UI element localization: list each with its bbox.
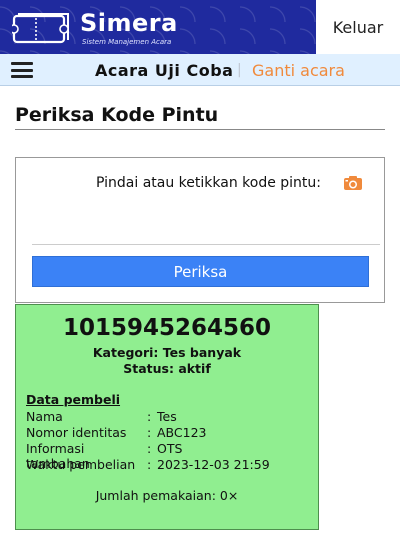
info-value: 2023-12-03 21:59 [157,457,270,472]
app-header: Simera Sistem Manajemen Acara Keluar [0,0,400,54]
brand-banner: Simera Sistem Manajemen Acara [0,0,316,54]
door-code-input[interactable] [32,208,380,245]
info-sep: : [147,425,152,440]
check-button[interactable]: Periksa [32,256,369,287]
page-title: Periksa Kode Pintu [15,104,219,126]
info-key: Nomor identitas [26,425,127,440]
brand-subtitle: Sistem Manajemen Acara [82,38,172,46]
event-title: Acara Uji Coba [95,61,234,80]
scan-panel: Pindai atau ketikkan kode pintu: Periksa [15,157,385,303]
info-value: Tes [157,409,177,424]
info-key: Waktu pembelian [26,457,136,472]
scan-label: Pindai atau ketikkan kode pintu: [96,175,321,191]
title-divider [15,129,385,130]
ticket-category: Kategori: Tes banyak [92,345,242,360]
nav-separator: | [237,62,242,78]
info-value: ABC123 [157,425,207,440]
info-key: Nama [26,409,63,424]
info-row-purchase-time: Waktu pembelian : 2023-12-03 21:59 [26,457,270,472]
info-row-identity: Nomor identitas : ABC123 [26,425,207,440]
usage-count: Jumlah pemakaian: 0× [95,488,239,503]
change-event-link[interactable]: Ganti acara [252,61,345,80]
hamburger-menu-icon[interactable] [11,62,33,78]
info-row-name: Nama : Tes [26,409,177,424]
info-sep: : [147,457,152,472]
brand-name: Simera [80,9,178,37]
event-navbar: Acara Uji Coba | Ganti acara [0,54,400,86]
ticket-logo-icon [12,13,69,44]
ticket-code: 1015945264560 [62,315,272,341]
camera-icon[interactable] [343,175,363,191]
buyer-heading: Data pembeli [26,392,121,407]
result-card: 1015945264560 Kategori: Tes banyak Statu… [15,304,319,530]
info-sep: : [147,409,152,424]
ticket-status: Status: aktif [123,361,211,376]
logout-button[interactable]: Keluar [316,0,400,54]
